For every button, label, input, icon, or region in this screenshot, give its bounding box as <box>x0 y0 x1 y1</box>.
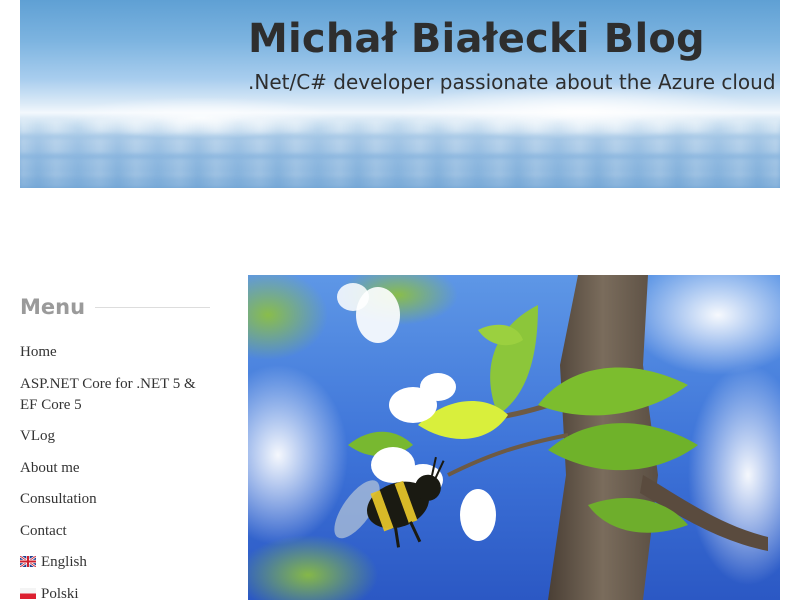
site-title[interactable]: Michał Białecki Blog <box>248 16 705 62</box>
widget-divider <box>95 306 210 308</box>
polski-label: Polski <box>41 585 79 600</box>
menu-item-vlog: VLog <box>20 426 210 447</box>
featured-post-image[interactable] <box>248 275 780 600</box>
blog-page: Michał Białecki Blog .Net/C# developer p… <box>0 0 800 600</box>
menu-list: Home ASP.NET Core for .NET 5 & EF Core 5… <box>20 342 210 600</box>
cloud-layer <box>20 174 780 188</box>
bee-on-blossom-photo <box>248 275 780 600</box>
site-header-banner[interactable]: Michał Białecki Blog .Net/C# developer p… <box>20 0 780 188</box>
menu-item-consultation: Consultation <box>20 489 210 510</box>
menu-link-consultation[interactable]: Consultation <box>20 491 97 507</box>
english-label: English <box>41 554 87 570</box>
sidebar: Menu Home ASP.NET Core for .NET 5 & EF C… <box>20 292 210 600</box>
menu-item-contact: Contact <box>20 521 210 542</box>
menu-link-contact[interactable]: Contact <box>20 523 67 539</box>
menu-link-home[interactable]: Home <box>20 344 57 360</box>
poland-flag-icon <box>20 587 36 599</box>
menu-item-polski: Polski <box>20 584 210 600</box>
uk-flag-icon <box>20 556 36 568</box>
menu-link-vlog[interactable]: VLog <box>20 428 55 444</box>
menu-item-aspnet-core: ASP.NET Core for .NET 5 & EF Core 5 <box>20 374 210 416</box>
cloud-layer <box>20 138 780 154</box>
menu-link-polski[interactable]: Polski <box>20 586 79 600</box>
menu-link-about-me[interactable]: About me <box>20 460 80 476</box>
menu-link-english[interactable]: English <box>20 554 87 570</box>
menu-item-home: Home <box>20 342 210 363</box>
menu-item-about-me: About me <box>20 458 210 479</box>
menu-link-aspnet-core[interactable]: ASP.NET Core for .NET 5 & EF Core 5 <box>20 376 196 413</box>
menu-widget-header: Menu <box>20 292 210 322</box>
menu-item-english: English <box>20 552 210 573</box>
cloud-layer <box>20 120 780 134</box>
widget-title: Menu <box>20 295 86 319</box>
site-tagline: .Net/C# developer passionate about the A… <box>248 70 776 94</box>
